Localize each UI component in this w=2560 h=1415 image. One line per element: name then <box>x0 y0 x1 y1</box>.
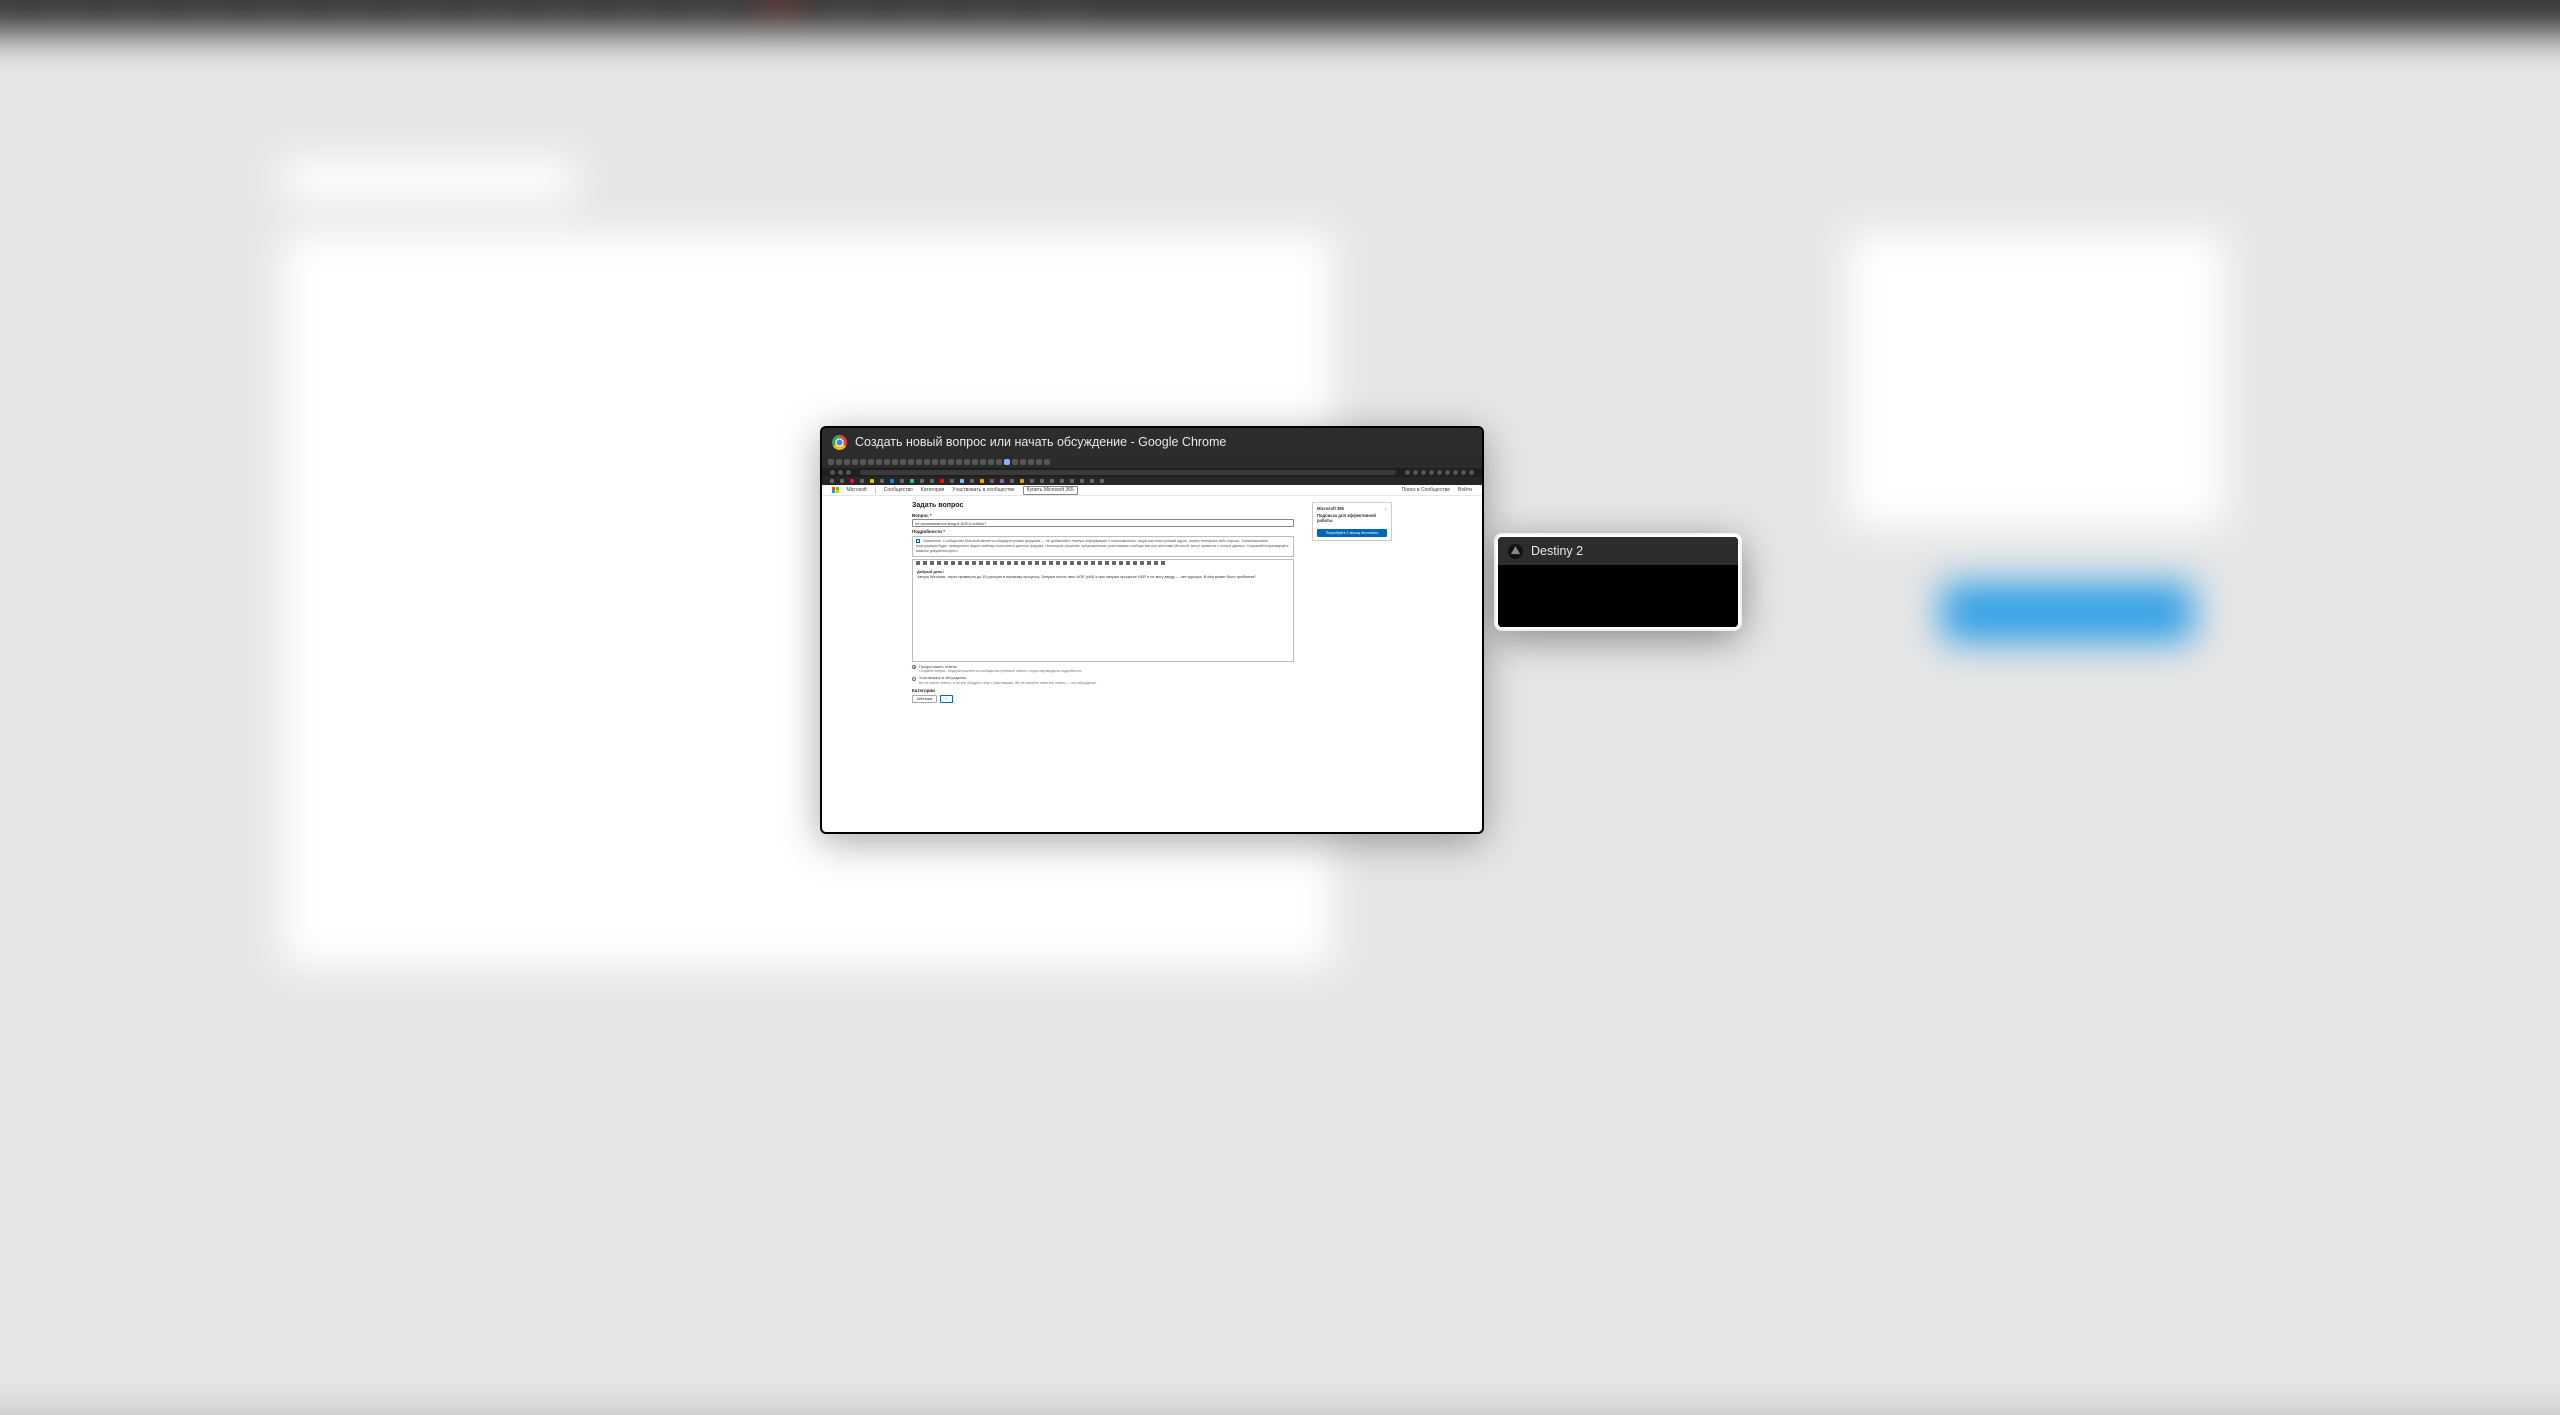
ms-nav-participate: Участвовать в сообществе <box>952 487 1014 493</box>
ms-nav-buy365: Купить Microsoft 365 <box>1023 486 1078 495</box>
destiny-icon <box>1508 544 1523 559</box>
m365-try-button[interactable]: Попробуйте 1 месяц бесплатно <box>1317 529 1387 537</box>
radio-provide-answers[interactable]: Предоставить ответы Создайте вопрос. Мод… <box>912 665 1294 674</box>
chrome-icon <box>832 435 847 450</box>
radio2-hint: Вы не ищете ответы, а хотите обсудить те… <box>919 681 1097 685</box>
ms-signin: Войти <box>1458 487 1472 493</box>
privacy-checkbox-icon <box>916 539 920 543</box>
details-editor[interactable]: Добрый день! Запуск Windows, через приме… <box>912 567 1294 662</box>
details-field-label: Подробности * <box>912 529 1294 534</box>
radio-on-icon <box>912 665 916 669</box>
window-titlebar: Создать новый вопрос или начать обсужден… <box>822 428 1482 456</box>
ms-search-hint: Поиск в Сообществе <box>1402 487 1450 493</box>
ms-brand: Microsoft <box>847 487 867 493</box>
radio1-label: Предоставить ответы <box>919 665 1082 669</box>
question-input-value: не запоминается вход в AOE4 edition? <box>915 521 986 526</box>
question-input[interactable]: не запоминается вход в AOE4 edition? <box>912 519 1294 527</box>
page-title: Задать вопрос <box>912 502 1294 509</box>
window-preview-chrome[interactable]: Создать новый вопрос или начать обсужден… <box>820 426 1484 834</box>
microsoft-logo-icon <box>832 487 839 494</box>
window-titlebar: Destiny 2 <box>1498 537 1738 565</box>
question-field-label: Вопрос * <box>912 513 1294 518</box>
browser-tabstrip <box>822 456 1482 468</box>
close-icon[interactable]: × <box>1385 506 1387 511</box>
ms-nav-categories: Категории <box>921 487 944 493</box>
radio1-hint: Создайте вопрос. Модераторы/агенты сообщ… <box>919 669 1082 673</box>
m365-lead: Подписка для эффективной работы <box>1317 513 1387 524</box>
ms-community-page: Microsoft Сообщество Категории Участвова… <box>822 485 1482 832</box>
m365-brand: Microsoft 365 <box>1317 506 1387 511</box>
privacy-notice-text: Заявление. Сообщество Microsoft является… <box>916 539 1289 553</box>
editor-toolbar[interactable] <box>912 559 1294 567</box>
window-title: Создать новый вопрос или начать обсужден… <box>855 435 1226 449</box>
editor-body-text: Запуск Windows, через примерно до 15 рус… <box>917 575 1256 579</box>
ms-community-link: Сообщество <box>884 487 913 493</box>
ms-site-header: Microsoft Сообщество Категории Участвова… <box>822 485 1482 496</box>
radio2-label: Участвовать в обсуждении <box>919 676 1097 680</box>
category-chip-add[interactable]: + <box>940 695 952 703</box>
m365-promo-card: × Microsoft 365 Подписка для эффективной… <box>1312 502 1392 541</box>
browser-bookmarks-bar <box>822 477 1482 485</box>
window-preview-destiny2[interactable]: Destiny 2 <box>1496 535 1740 629</box>
window-preview-content <box>1498 565 1738 627</box>
browser-url-bar <box>822 468 1482 477</box>
window-preview-content: Microsoft Сообщество Категории Участвова… <box>822 456 1482 832</box>
privacy-notice: Заявление. Сообщество Microsoft является… <box>912 536 1294 557</box>
categories-label: Категории <box>912 688 1294 693</box>
radio-off-icon <box>912 677 916 681</box>
radio-discussion[interactable]: Участвовать в обсуждении Вы не ищете отв… <box>912 676 1294 685</box>
category-chip-windows[interactable]: Windows <box>912 695 937 703</box>
window-title: Destiny 2 <box>1531 544 1583 558</box>
